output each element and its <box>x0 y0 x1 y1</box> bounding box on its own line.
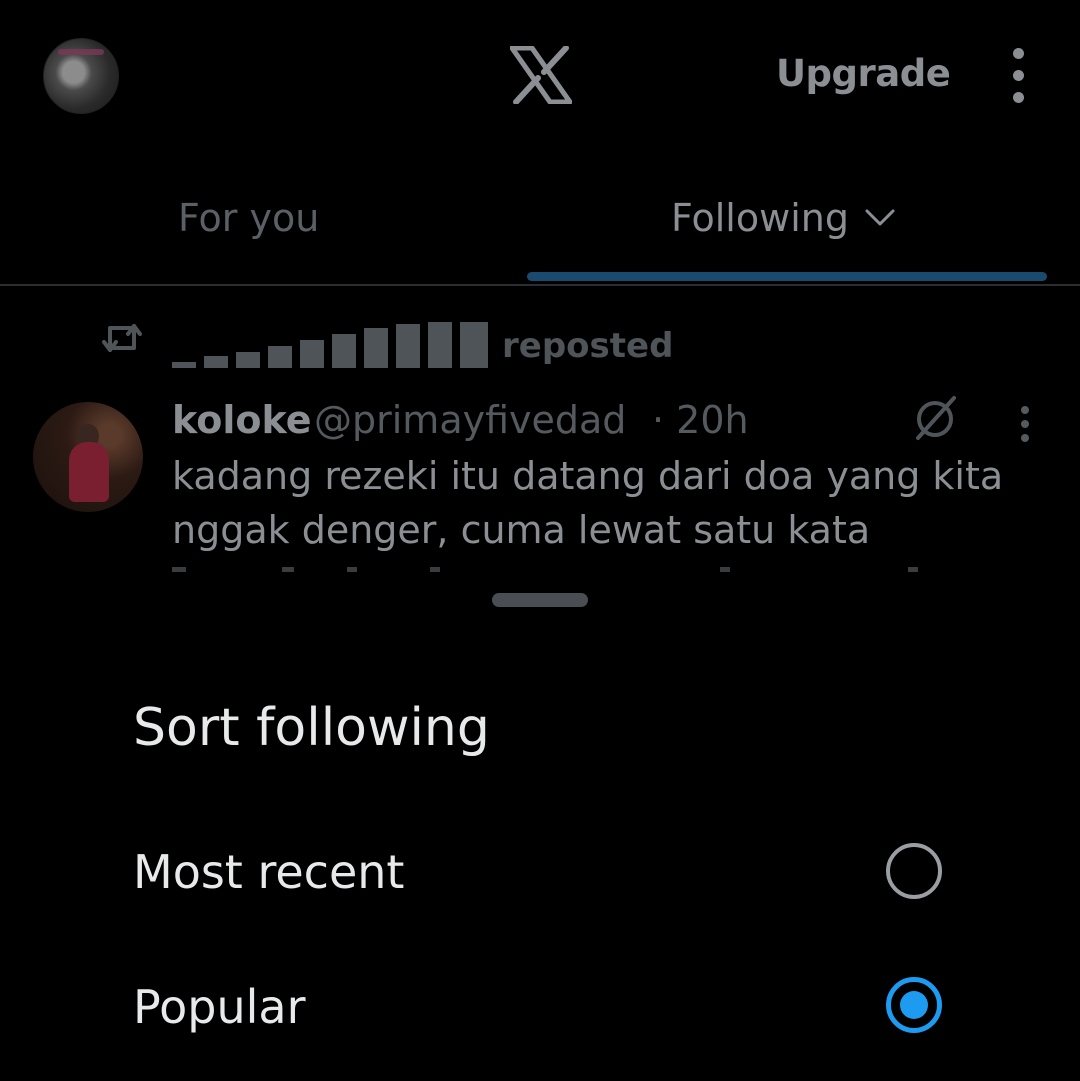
tweet-text-line: kadang rezeki itu datang dari doa yang k… <box>172 454 1004 498</box>
repost-icon <box>102 324 142 352</box>
tab-following[interactable]: Following <box>671 196 849 240</box>
option-most-recent-label[interactable]: Most recent <box>133 845 404 899</box>
tweet-timestamp: · 20h <box>652 398 749 442</box>
tweet-more-icon[interactable] <box>1017 404 1033 444</box>
more-vertical-icon[interactable] <box>1007 48 1031 104</box>
tweet-author-name[interactable]: koloke <box>172 398 312 442</box>
x-logo-icon[interactable] <box>510 46 572 104</box>
tweet-author-avatar[interactable] <box>33 402 143 512</box>
profile-avatar[interactable] <box>43 38 119 114</box>
tweet-text-line: nggak denger, cuma lewat satu kata <box>172 508 871 552</box>
tab-indicator <box>527 272 1047 281</box>
sheet-drag-handle[interactable] <box>492 593 588 607</box>
radio-most-recent[interactable] <box>886 843 942 899</box>
tweet-author-handle[interactable]: @primayfivedad <box>314 398 626 442</box>
grok-icon[interactable] <box>910 392 960 442</box>
tab-divider <box>0 284 1080 286</box>
reposter-name-bars[interactable] <box>172 320 492 368</box>
option-popular-label[interactable]: Popular <box>133 980 305 1034</box>
tab-for-you[interactable]: For you <box>178 196 319 240</box>
reposted-label: reposted <box>502 326 674 366</box>
radio-popular[interactable] <box>886 977 942 1033</box>
chevron-down-icon[interactable] <box>864 207 896 229</box>
sheet-title: Sort following <box>133 698 490 758</box>
upgrade-button[interactable]: Upgrade <box>776 52 951 95</box>
